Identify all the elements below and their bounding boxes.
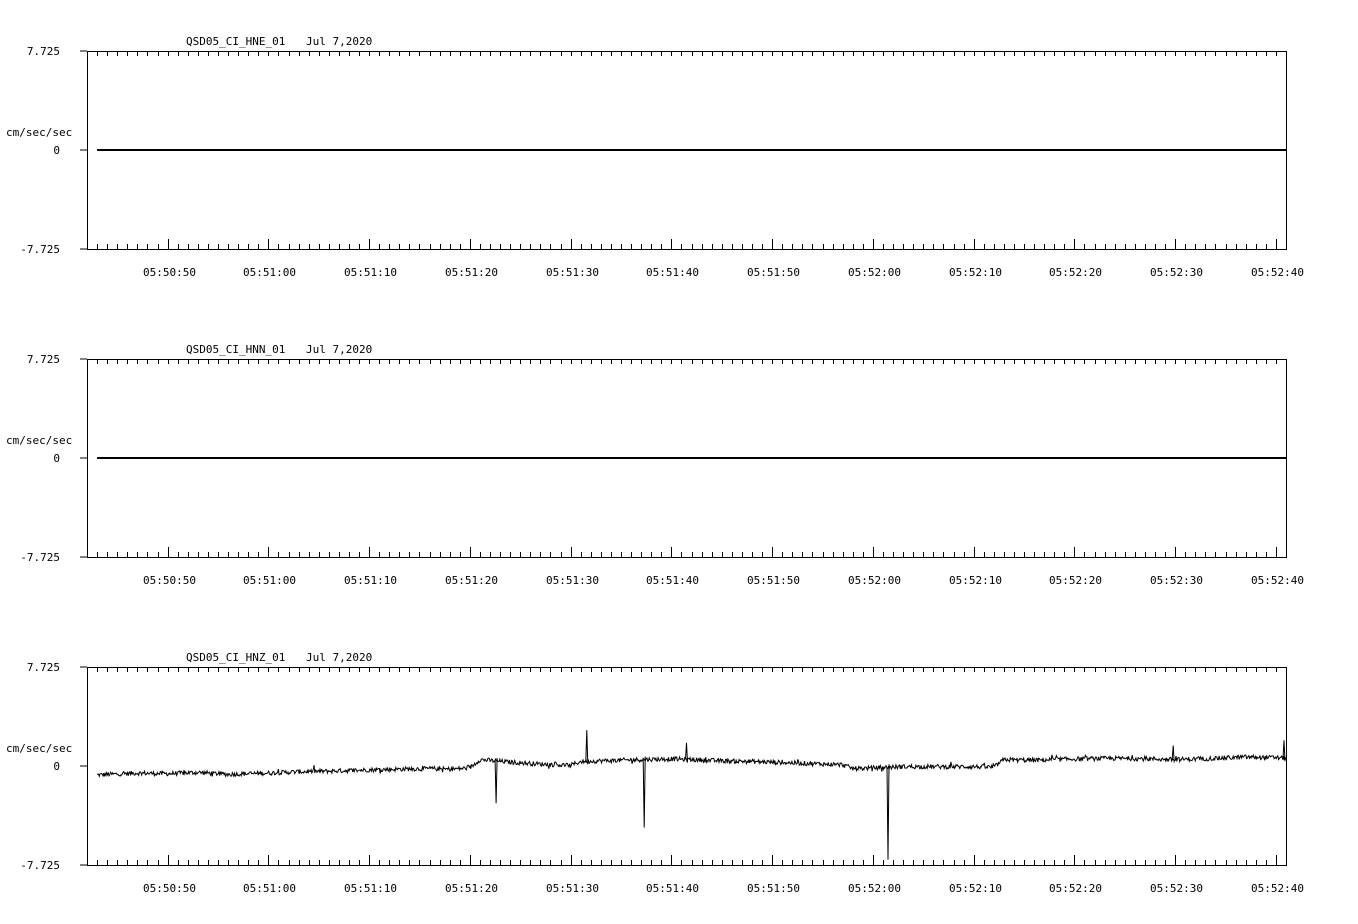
y-tick-label: 7.725 — [27, 661, 60, 674]
chart-title: QSD05_CI_HNN_01 — [186, 343, 285, 356]
x-tick-label: 05:51:30 — [546, 882, 599, 895]
chart-title: QSD05_CI_HNZ_01 — [186, 651, 285, 664]
series-spike — [494, 757, 498, 804]
x-tick-label: 05:51:10 — [344, 266, 397, 279]
series-spike — [886, 764, 890, 860]
x-tick-label: 05:52:40 — [1251, 574, 1304, 587]
x-tick-label: 05:52:20 — [1049, 266, 1102, 279]
y-axis-label: cm/sec/sec — [6, 742, 72, 755]
x-tick-label: 05:52:30 — [1150, 574, 1203, 587]
x-tick-label: 05:52:40 — [1251, 266, 1304, 279]
x-tick-label: 05:52:40 — [1251, 882, 1304, 895]
chart-date: Jul 7,2020 — [306, 343, 372, 356]
y-tick-label: 0 — [53, 144, 60, 157]
chart-panel-3: QSD05_CI_HNZ_01 Jul 7,2020 7.725 0 -7.725 cm/… — [6, 651, 1304, 895]
x-tick-label: 05:51:40 — [646, 882, 699, 895]
series-spike — [642, 756, 646, 828]
y-tick-label: 0 — [53, 760, 60, 773]
x-tick-label: 05:51:30 — [546, 266, 599, 279]
x-tick-label: 05:51:00 — [243, 882, 296, 895]
x-tick-label: 05:51:00 — [243, 266, 296, 279]
y-axis-label: cm/sec/sec — [6, 434, 72, 447]
x-tick-label: 05:50:50 — [143, 882, 196, 895]
y-tick-label: -7.725 — [20, 243, 60, 256]
y-tick-label: -7.725 — [20, 551, 60, 564]
y-axis-label: cm/sec/sec — [6, 126, 72, 139]
x-tick-label: 05:52:10 — [949, 882, 1002, 895]
x-tick-label: 05:51:20 — [445, 574, 498, 587]
x-tick-label: 05:51:40 — [646, 574, 699, 587]
y-tick-label: -7.725 — [20, 859, 60, 872]
x-tick-label: 05:52:10 — [949, 574, 1002, 587]
x-tick-label: 05:51:50 — [747, 882, 800, 895]
y-tick-label: 0 — [53, 452, 60, 465]
chart-title: QSD05_CI_HNE_01 — [186, 35, 285, 48]
series-spike — [585, 730, 589, 765]
x-tick-label: 05:51:20 — [445, 266, 498, 279]
chart-date: Jul 7,2020 — [306, 651, 372, 664]
y-tick-label: 7.725 — [27, 353, 60, 366]
x-tick-label: 05:50:50 — [143, 266, 196, 279]
x-tick-label: 05:51:00 — [243, 574, 296, 587]
x-tick-label: 05:51:50 — [747, 266, 800, 279]
x-tick-label: 05:52:30 — [1150, 882, 1203, 895]
x-tick-label: 05:52:00 — [848, 882, 901, 895]
chart-date: Jul 7,2020 — [306, 35, 372, 48]
plot-frame — [87, 667, 1287, 866]
x-tick-label: 05:52:20 — [1049, 882, 1102, 895]
x-tick-label: 05:51:20 — [445, 882, 498, 895]
x-tick-label: 05:52:30 — [1150, 266, 1203, 279]
x-tick-label: 05:51:50 — [747, 574, 800, 587]
y-tick-label: 7.725 — [27, 45, 60, 58]
x-tick-label: 05:52:00 — [848, 266, 901, 279]
series-line — [97, 753, 1287, 779]
x-tick-label: 05:52:20 — [1049, 574, 1102, 587]
x-tick-label: 05:52:00 — [848, 574, 901, 587]
x-tick-label: 05:50:50 — [143, 574, 196, 587]
seismogram-figure: QSD05_CI_HNE_01 Jul 7,2020 7.725 0 -7.725 cm/… — [6, 35, 1304, 895]
x-tick-label: 05:51:10 — [344, 882, 397, 895]
chart-panel-1: QSD05_CI_HNE_01 Jul 7,2020 7.725 0 -7.725 cm/… — [6, 35, 1304, 279]
x-tick-label: 05:51:30 — [546, 574, 599, 587]
x-tick-label: 05:51:40 — [646, 266, 699, 279]
chart-panel-2: QSD05_CI_HNN_01 Jul 7,2020 7.725 0 -7.725 cm/… — [6, 343, 1304, 587]
x-tick-label: 05:51:10 — [344, 574, 397, 587]
x-tick-label: 05:52:10 — [949, 266, 1002, 279]
